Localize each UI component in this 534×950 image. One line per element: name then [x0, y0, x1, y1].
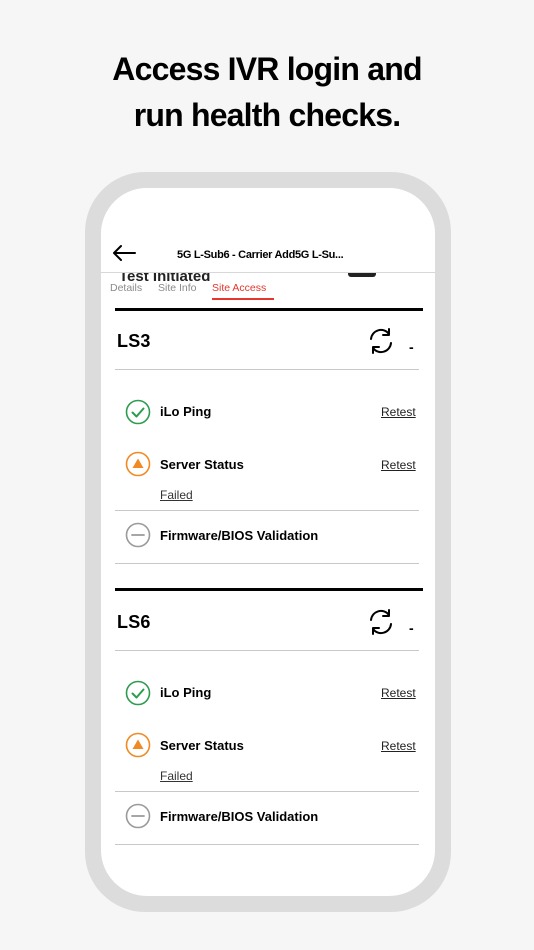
phone-screen: 5G L-Sub6 - Carrier Add5G L-Su... Test I… [101, 188, 435, 896]
card-status-dash: - [409, 620, 414, 636]
minus-circle-icon [125, 803, 151, 829]
failed-status-link[interactable]: Failed [160, 488, 193, 502]
check-name-ilo-ping: iLo Ping [160, 685, 212, 700]
back-arrow-icon[interactable] [111, 243, 137, 263]
retest-link[interactable]: Retest [381, 739, 416, 753]
card-status-dash: - [409, 339, 414, 355]
card-title-ls6: LS6 [117, 612, 151, 632]
active-tab-indicator [212, 298, 274, 300]
warning-circle-icon [125, 732, 151, 758]
check-name-firmware-bios: Firmware/BIOS Validation [160, 809, 319, 824]
page-title: 5G L-Sub6 - Carrier Add5G L-Su... [177, 249, 344, 261]
check-name-ilo-ping: iLo Ping [160, 404, 212, 419]
check-name-firmware-bios: Firmware/BIOS Validation [160, 528, 319, 543]
divider [115, 563, 419, 564]
divider [115, 844, 419, 845]
headline-line-2: run health checks. [133, 97, 401, 133]
tab-site-access[interactable]: Site Access [212, 282, 266, 294]
refresh-icon[interactable] [367, 608, 395, 636]
tab-site-info[interactable]: Site Info [158, 282, 197, 294]
section-divider [115, 588, 423, 591]
check-name-server-status: Server Status [160, 738, 244, 753]
section-divider [115, 308, 423, 311]
retest-link[interactable]: Retest [381, 686, 416, 700]
top-bar: 5G L-Sub6 - Carrier Add5G L-Su... [101, 188, 435, 273]
divider [115, 510, 419, 511]
retest-link[interactable]: Retest [381, 405, 416, 419]
divider [115, 650, 419, 651]
minus-circle-icon [125, 522, 151, 548]
tab-details[interactable]: Details [110, 282, 142, 294]
check-circle-icon [125, 680, 151, 706]
failed-status-link[interactable]: Failed [160, 769, 193, 783]
headline-line-1: Access IVR login and [112, 51, 422, 87]
headline: Access IVR login and run health checks. [0, 46, 534, 138]
warning-circle-icon [125, 451, 151, 477]
check-circle-icon [125, 399, 151, 425]
divider [115, 369, 419, 370]
refresh-icon[interactable] [367, 327, 395, 355]
retest-link[interactable]: Retest [381, 458, 416, 472]
divider [115, 791, 419, 792]
card-title-ls3: LS3 [117, 331, 151, 351]
check-name-server-status: Server Status [160, 457, 244, 472]
